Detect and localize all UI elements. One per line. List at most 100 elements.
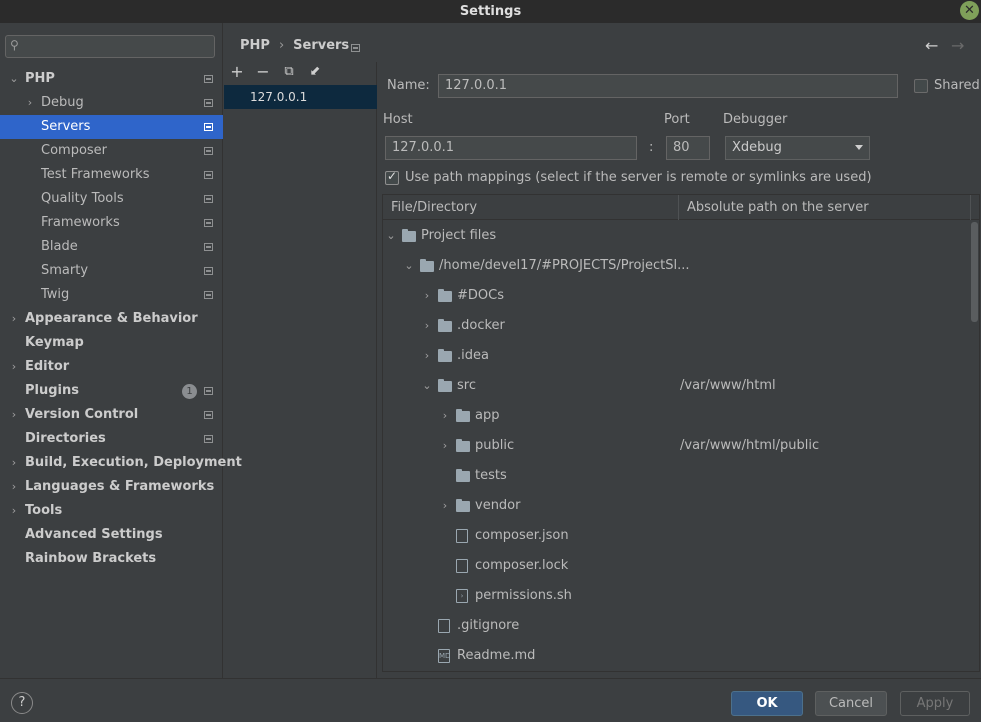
sidebar-item[interactable]: Keymap bbox=[0, 331, 223, 355]
table-row[interactable]: tests bbox=[383, 461, 973, 491]
mapping-server-path[interactable]: /var/www/html/public bbox=[680, 431, 819, 461]
table-row[interactable]: › .docker bbox=[383, 311, 973, 341]
sidebar-item[interactable]: › Debug bbox=[0, 91, 223, 115]
sidebar-item[interactable]: Servers bbox=[0, 115, 223, 139]
sidebar-item[interactable]: ⌄ PHP bbox=[0, 67, 223, 91]
sidebar-item[interactable]: Test Frameworks bbox=[0, 163, 223, 187]
use-path-mappings-checkbox[interactable] bbox=[385, 169, 399, 185]
dialog-footer: ? OK Cancel Apply bbox=[0, 678, 981, 722]
search-input[interactable]: ⚲ bbox=[5, 35, 215, 58]
apply-button[interactable]: Apply bbox=[900, 691, 970, 716]
table-row[interactable]: › app bbox=[383, 401, 973, 431]
back-icon[interactable]: ← bbox=[925, 36, 938, 55]
vertical-scrollbar[interactable] bbox=[971, 222, 978, 322]
chevron-right-icon[interactable]: › bbox=[8, 499, 20, 523]
add-server-button[interactable]: + bbox=[226, 62, 248, 84]
table-row[interactable]: ⌄ Project files bbox=[383, 221, 973, 251]
help-icon[interactable]: ? bbox=[11, 692, 33, 714]
breadcrumb-separator: › bbox=[278, 38, 285, 53]
sidebar-item[interactable]: Quality Tools bbox=[0, 187, 223, 211]
sidebar-item[interactable]: Directories bbox=[0, 427, 223, 451]
sidebar-item-label: Advanced Settings bbox=[25, 527, 163, 542]
sidebar-item[interactable]: Blade bbox=[0, 235, 223, 259]
cancel-button[interactable]: Cancel bbox=[815, 691, 887, 716]
sidebar-item[interactable]: › Languages & Frameworks bbox=[0, 475, 223, 499]
mapping-file-name: permissions.sh bbox=[475, 588, 572, 603]
sidebar-item[interactable]: › Tools bbox=[0, 499, 223, 523]
table-header: File/Directory Absolute path on the serv… bbox=[383, 195, 979, 220]
table-row[interactable]: ⌄ /home/devel17/#PROJECTS/ProjectSl... bbox=[383, 251, 973, 281]
server-list-panel: + − ⧉ ⬋ 127.0.0.1 bbox=[224, 62, 377, 678]
sidebar-item[interactable]: Plugins 1 bbox=[0, 379, 223, 403]
shared-checkbox[interactable] bbox=[914, 79, 928, 93]
sidebar-item[interactable]: Composer bbox=[0, 139, 223, 163]
table-row[interactable]: composer.lock bbox=[383, 551, 973, 581]
window-titlebar: Settings ✕ bbox=[0, 0, 981, 23]
table-row[interactable]: › #DOCs bbox=[383, 281, 973, 311]
sidebar-item[interactable]: Frameworks bbox=[0, 211, 223, 235]
table-row[interactable]: ⌄ src/var/www/html bbox=[383, 371, 973, 401]
chevron-down-icon[interactable]: ⌄ bbox=[421, 371, 433, 401]
column-header-server-path[interactable]: Absolute path on the server bbox=[679, 195, 971, 220]
sidebar-item-label: Directories bbox=[25, 431, 106, 446]
sidebar-item[interactable]: › Build, Execution, Deployment bbox=[0, 451, 242, 475]
table-row[interactable]: › .idea bbox=[383, 341, 973, 371]
table-row[interactable]: › vendor bbox=[383, 491, 973, 521]
port-separator: : bbox=[649, 140, 654, 155]
name-field[interactable]: 127.0.0.1 bbox=[438, 74, 898, 98]
table-row[interactable]: composer.json bbox=[383, 521, 973, 551]
server-list-item[interactable]: 127.0.0.1 bbox=[224, 85, 377, 109]
sidebar-item[interactable]: › Editor bbox=[0, 355, 223, 379]
sidebar-item[interactable]: Twig bbox=[0, 283, 223, 307]
sidebar-item[interactable]: Advanced Settings bbox=[0, 523, 223, 547]
update-count-badge: 1 bbox=[182, 384, 197, 399]
ok-button[interactable]: OK bbox=[731, 691, 803, 716]
sidebar-item[interactable]: Rainbow Brackets bbox=[0, 547, 223, 571]
remove-server-button[interactable]: − bbox=[252, 62, 274, 84]
table-row[interactable]: › permissions.sh bbox=[383, 581, 973, 611]
table-row[interactable]: MD Readme.md bbox=[383, 641, 973, 671]
chevron-right-icon[interactable]: › bbox=[421, 311, 433, 341]
file-icon bbox=[438, 619, 450, 633]
table-row[interactable]: › public/var/www/html/public bbox=[383, 431, 973, 461]
chevron-right-icon[interactable]: › bbox=[8, 307, 20, 331]
mapping-file-name: app bbox=[475, 408, 500, 423]
chevron-right-icon[interactable]: › bbox=[421, 341, 433, 371]
sidebar-item[interactable]: Smarty bbox=[0, 259, 223, 283]
sidebar-item-label: PHP bbox=[25, 71, 55, 86]
sidebar-item-label: Twig bbox=[41, 287, 70, 302]
chevron-right-icon[interactable]: › bbox=[439, 491, 451, 521]
chevron-right-icon[interactable]: › bbox=[439, 401, 451, 431]
debugger-select[interactable]: Xdebug bbox=[725, 136, 870, 160]
chevron-right-icon[interactable]: › bbox=[24, 91, 36, 115]
mapping-server-path[interactable]: /var/www/html bbox=[680, 371, 776, 401]
chevron-right-icon[interactable]: › bbox=[8, 355, 20, 379]
file-icon bbox=[456, 559, 468, 573]
sidebar-item-label: Version Control bbox=[25, 407, 139, 422]
host-field[interactable]: 127.0.0.1 bbox=[385, 136, 637, 160]
chevron-right-icon[interactable]: › bbox=[8, 451, 20, 475]
mapping-file-name: Readme.md bbox=[457, 648, 536, 663]
port-label: Port bbox=[664, 112, 690, 127]
column-header-file-directory[interactable]: File/Directory bbox=[383, 195, 679, 220]
chevron-down-icon[interactable]: ⌄ bbox=[8, 67, 20, 91]
import-server-button[interactable]: ⬋ bbox=[304, 62, 326, 84]
port-field[interactable]: 80 bbox=[666, 136, 710, 160]
folder-icon bbox=[420, 259, 434, 272]
chevron-right-icon[interactable]: › bbox=[439, 431, 451, 461]
sidebar-item-label: Languages & Frameworks bbox=[25, 479, 215, 494]
sidebar-item-label: Debug bbox=[41, 95, 84, 110]
chevron-right-icon[interactable]: › bbox=[421, 281, 433, 311]
table-row[interactable]: .gitignore bbox=[383, 611, 973, 641]
sidebar-item-label: Tools bbox=[25, 503, 63, 518]
sidebar-item[interactable]: › Version Control bbox=[0, 403, 223, 427]
chevron-right-icon[interactable]: › bbox=[8, 403, 20, 427]
close-icon[interactable]: ✕ bbox=[960, 1, 979, 20]
copy-server-button[interactable]: ⧉ bbox=[278, 62, 300, 84]
chevron-down-icon[interactable]: ⌄ bbox=[385, 221, 397, 251]
chevron-down-icon[interactable]: ⌄ bbox=[403, 251, 415, 281]
chevron-right-icon[interactable]: › bbox=[8, 475, 20, 499]
folder-icon bbox=[456, 469, 470, 482]
forward-icon[interactable]: → bbox=[951, 36, 964, 55]
sidebar-item[interactable]: › Appearance & Behavior bbox=[0, 307, 223, 331]
